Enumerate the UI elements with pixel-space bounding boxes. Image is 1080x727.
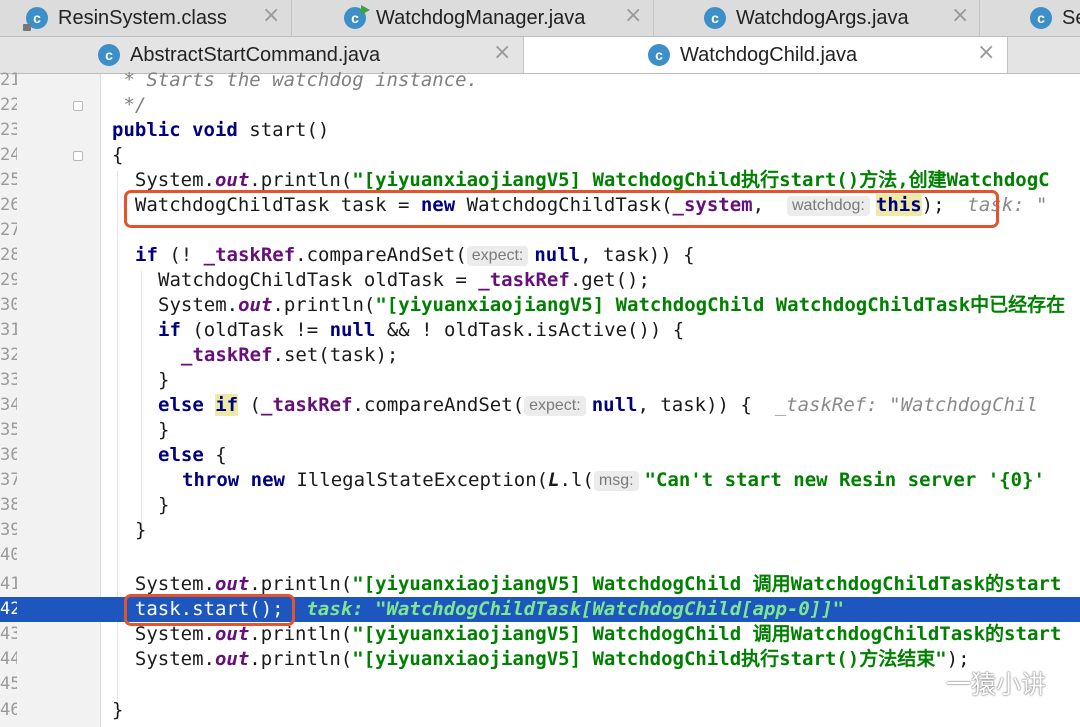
watermark: 一猿小讲 <box>900 665 1046 701</box>
code-line-33: 33 } <box>0 368 1080 393</box>
class-icon: c <box>648 44 670 66</box>
line-number: 27 <box>0 220 17 240</box>
code-text: { <box>112 144 124 166</box>
close-icon[interactable]: × <box>262 3 280 28</box>
inline-debug-value: _taskRef: "WatchdogChil <box>751 394 1038 416</box>
close-icon[interactable]: × <box>624 3 642 28</box>
fold-marker-icon[interactable] <box>73 101 83 111</box>
close-icon[interactable]: × <box>977 40 995 65</box>
code-line-30: 30 System.out.println("[yiyuanxiaojiangV… <box>0 293 1080 318</box>
line-number: 39 <box>0 520 17 540</box>
code-text: throw new IllegalStateException(L.l(msg:… <box>182 469 1045 491</box>
tab-se-truncated[interactable]: c Se <box>980 0 1080 36</box>
inline-debug-value: task: "WatchdogChildTask[WatchdogChild[a… <box>283 598 845 620</box>
code-line-22: 22 */ <box>0 93 1080 118</box>
code-line-35: 35 } <box>0 418 1080 443</box>
code-text: } <box>158 419 170 441</box>
code-line-24: 24 { <box>0 143 1080 168</box>
code-line-38: 38 } <box>0 493 1080 518</box>
code-text: } <box>135 519 147 541</box>
line-number: 45 <box>0 674 17 694</box>
line-number: 26 <box>0 195 17 215</box>
code-text: WatchdogChildTask oldTask = _taskRef.get… <box>158 269 650 291</box>
parameter-hint: expect: <box>466 246 529 266</box>
code-line-34: 34 else if (_taskRef.compareAndSet(expec… <box>0 393 1080 418</box>
tab-resinsystem-class[interactable]: c ResinSystem.class × <box>0 0 292 36</box>
tab-label: ResinSystem.class <box>58 6 227 29</box>
code-line-29: 29 WatchdogChildTask oldTask = _taskRef.… <box>0 268 1080 293</box>
line-number: 41 <box>0 574 17 594</box>
highlight-box-task-start <box>124 594 295 626</box>
code-line-37: 37 throw new IllegalStateException(L.l(m… <box>0 468 1080 493</box>
class-file-locked-icon: c <box>23 7 48 31</box>
code-line-28: 28 if (! _taskRef.compareAndSet(expect: n… <box>0 243 1080 268</box>
line-number: 23 <box>0 120 17 140</box>
close-icon[interactable]: × <box>951 3 969 28</box>
code-text: public void start() <box>112 119 330 141</box>
wechat-icon <box>900 668 936 696</box>
class-icon: c <box>1030 7 1052 29</box>
code-line-39: 39 } <box>0 518 1080 543</box>
editor-tab-bar-top: c ResinSystem.class × c WatchdogManager.… <box>0 0 1080 37</box>
tab-watchdogmanager-java[interactable]: c WatchdogManager.java × <box>292 0 654 36</box>
code-line-36: 36 else { <box>0 443 1080 468</box>
tab-label: WatchdogArgs.java <box>736 6 909 29</box>
class-icon: c <box>704 7 726 29</box>
code-text: if (! _taskRef.compareAndSet(expect: null… <box>135 244 695 266</box>
comment-text: */ <box>112 94 147 116</box>
tab-watchdogargs-java[interactable]: c WatchdogArgs.java × <box>654 0 980 36</box>
line-number: 25 <box>0 170 17 190</box>
watermark-text: 一猿小讲 <box>945 670 1046 699</box>
close-icon[interactable]: × <box>493 40 511 65</box>
line-number: 28 <box>0 245 17 265</box>
line-number: 32 <box>0 345 17 365</box>
code-line-31: 31 if (oldTask != null && ! oldTask.isAc… <box>0 318 1080 343</box>
line-number: 30 <box>0 295 17 315</box>
line-number: 35 <box>0 420 17 440</box>
fold-marker-icon[interactable] <box>73 151 83 161</box>
code-line-32: 32 _taskRef.set(task); <box>0 343 1080 368</box>
parameter-hint: msg: <box>593 471 639 491</box>
class-icon: c <box>98 44 120 66</box>
tab-label: WatchdogManager.java <box>376 6 586 29</box>
line-number: 37 <box>0 470 17 490</box>
code-line-46: 46 } <box>0 698 1080 723</box>
code-text: } <box>112 699 124 721</box>
line-number: 46 <box>0 700 17 720</box>
line-number: 42 <box>0 599 17 619</box>
class-run-icon: c <box>344 5 370 29</box>
code-text: } <box>158 369 170 391</box>
line-number: 33 <box>0 370 17 390</box>
line-number: 31 <box>0 320 17 340</box>
line-number: 38 <box>0 495 17 515</box>
code-line-23: 23 public void start() <box>0 118 1080 143</box>
code-line-21: 21 * Starts the watchdog instance. <box>0 68 1080 93</box>
code-text: _taskRef.set(task); <box>181 344 399 366</box>
line-number: 43 <box>0 624 17 644</box>
code-text: System.out.println("[yiyuanxiaojiangV5] … <box>112 648 970 670</box>
line-number: 36 <box>0 445 17 465</box>
code-text: System.out.println("[yiyuanxiaojiangV5] … <box>158 294 1066 316</box>
code-text: else { <box>158 444 227 466</box>
code-text: } <box>158 494 170 516</box>
code-line-40: 40 <box>0 543 1080 568</box>
tab-label: Se <box>1062 6 1080 29</box>
line-number: 29 <box>0 270 17 290</box>
tab-label: WatchdogChild.java <box>680 43 858 66</box>
line-number: 44 <box>0 649 17 669</box>
code-text: else if (_taskRef.compareAndSet(expect: n… <box>158 394 1038 416</box>
comment-text: * Starts the watchdog instance. <box>112 69 479 91</box>
line-number: 22 <box>0 95 17 115</box>
parameter-hint: expect: <box>524 396 586 416</box>
tab-label: AbstractStartCommand.java <box>130 43 381 66</box>
highlight-box-task-creation <box>124 190 999 228</box>
line-number: 34 <box>0 395 17 415</box>
line-number: 21 <box>0 70 17 90</box>
line-number: 24 <box>0 145 17 165</box>
code-text: if (oldTask != null && ! oldTask.isActiv… <box>158 319 685 341</box>
line-number: 40 <box>0 545 17 565</box>
code-editor[interactable]: 21 * Starts the watchdog instance. 22 */… <box>0 69 1080 727</box>
